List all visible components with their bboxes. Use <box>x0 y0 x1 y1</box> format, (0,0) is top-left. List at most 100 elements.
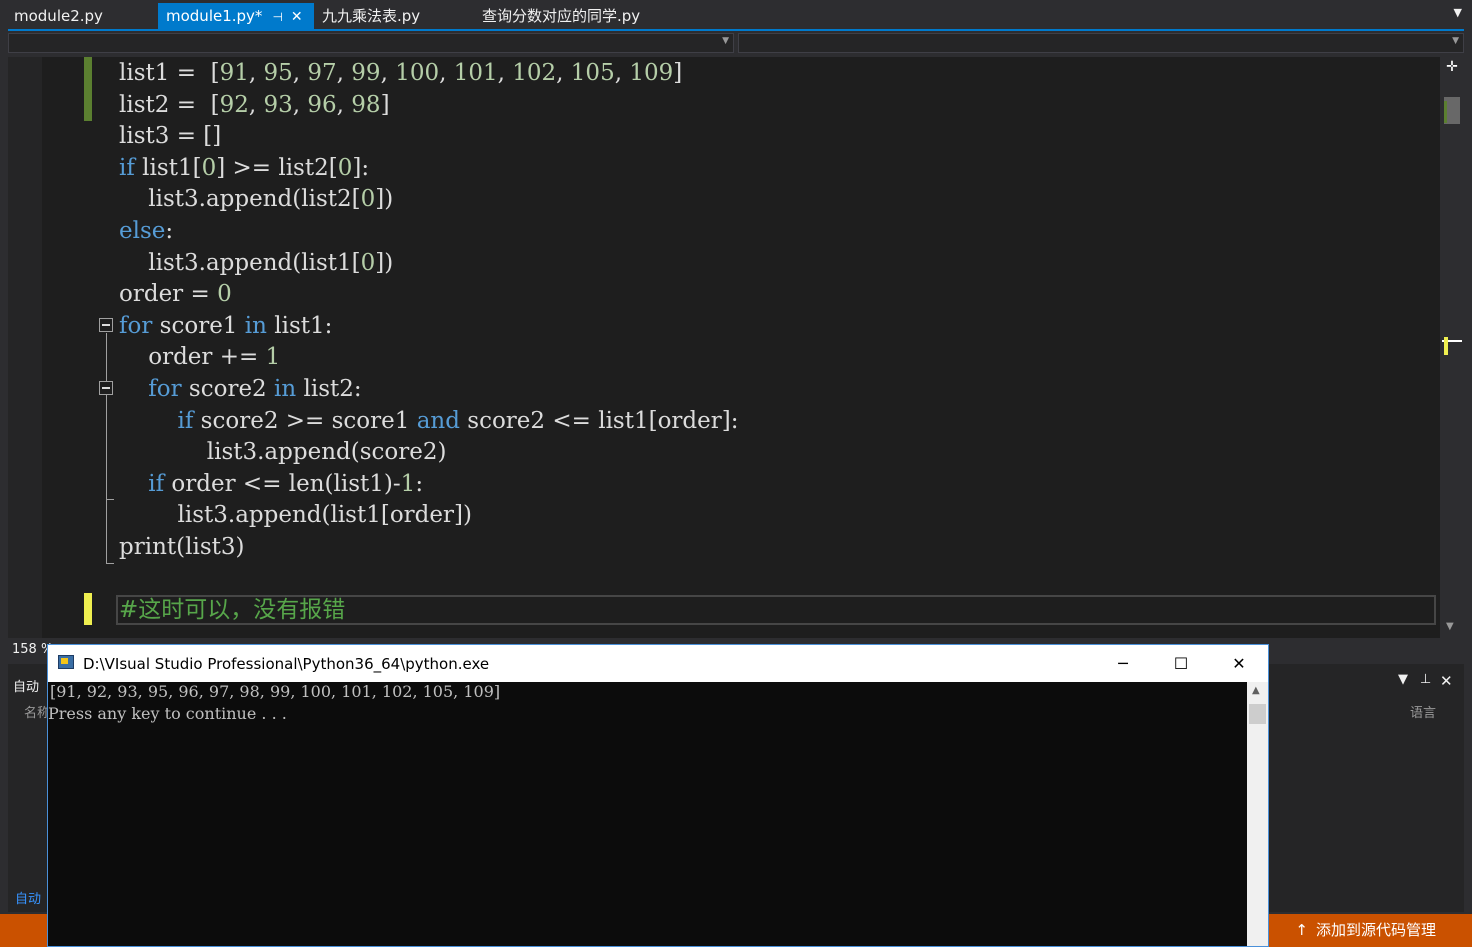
code-line[interactable]: list1 = [91, 95, 97, 99, 100, 101, 102, … <box>119 57 682 89</box>
pin-icon[interactable]: ⊣ <box>272 10 282 24</box>
tab-label: 九九乘法表.py <box>322 7 421 25</box>
code-token: if <box>177 407 194 434</box>
code-line[interactable]: for score1 in list1: <box>119 310 332 342</box>
console-window[interactable]: D:\VIsual Studio Professional\Python36_6… <box>47 644 1269 947</box>
code-token: 0 <box>217 281 232 308</box>
code-token: 99 <box>351 60 381 86</box>
tab-multiplication-table[interactable]: 九九乘法表.py <box>314 3 474 29</box>
code-token: 105 <box>570 60 615 86</box>
panel-title: 自动 <box>13 680 40 695</box>
tab-dropdown-icon[interactable]: ▼ <box>1454 6 1462 19</box>
column-language: 语言 <box>1410 706 1437 721</box>
console-scrollbar[interactable]: ▲ <box>1247 682 1268 946</box>
tab-query-score[interactable]: 查询分数对应的同学.py <box>474 3 684 29</box>
member-selector[interactable]: ▼ <box>738 33 1464 53</box>
code-token: list1: <box>266 312 333 339</box>
scroll-down-icon[interactable]: ▼ <box>1446 621 1454 632</box>
minimize-button[interactable]: ─ <box>1094 645 1152 682</box>
code-token: 101 <box>453 60 498 86</box>
tab-module1[interactable]: module1.py* ⊣ ✕ <box>158 3 314 29</box>
code-token: if <box>148 470 165 497</box>
code-token: score2 <box>181 376 275 402</box>
split-icon[interactable]: ✛ <box>1444 59 1460 75</box>
code-token: , <box>380 60 396 86</box>
code-line[interactable]: for score2 in list2: <box>119 373 361 405</box>
code-line[interactable]: order = 0 <box>119 278 232 310</box>
code-token: , <box>336 60 352 86</box>
code-token: and <box>416 407 460 434</box>
console-output: [91, 92, 93, 95, 96, 97, 98, 99, 100, 10… <box>48 682 1247 946</box>
chevron-down-icon: ▼ <box>1452 36 1459 46</box>
tab-label: module2.py <box>14 7 103 25</box>
code-token: , <box>614 60 630 86</box>
code-token: order = <box>119 281 218 308</box>
code-token: ] >= list2[ <box>216 154 338 181</box>
add-to-source-control[interactable]: ↑ 添加到源代码管理 <box>1295 919 1436 940</box>
close-icon[interactable]: ✕ <box>1440 672 1453 690</box>
code-token: #这时可以，没有报错 <box>119 597 346 624</box>
collapse-icon[interactable] <box>99 318 113 332</box>
code-line[interactable]: list3 = [] <box>119 120 221 152</box>
code-token: ]) <box>375 249 394 276</box>
code-token: score2 <= list1[order]: <box>459 407 739 434</box>
code-token: , <box>556 60 571 86</box>
code-token: for <box>148 376 182 402</box>
console-line: [91, 92, 93, 95, 96, 97, 98, 99, 100, 10… <box>50 682 501 701</box>
code-line[interactable]: print(list3) <box>119 531 244 563</box>
close-button[interactable]: ✕ <box>1210 645 1268 682</box>
unsaved-marker <box>1444 337 1448 355</box>
code-line[interactable]: list2 = [92, 93, 96, 98] <box>119 89 390 121</box>
tab-module2[interactable]: module2.py <box>6 3 156 29</box>
code-line[interactable]: if score2 >= score1 and score2 <= list1[… <box>119 405 739 437</box>
code-line[interactable]: list3.append(list2[0]) <box>119 183 393 215</box>
code-line[interactable]: list3.append(list1[0]) <box>119 247 393 279</box>
code-line[interactable]: if list1[0] >= list2[0]: <box>119 152 369 184</box>
code-token: in <box>244 312 267 339</box>
code-token: 1 <box>400 470 416 497</box>
document-tab-bar: module2.py module1.py* ⊣ ✕ 九九乘法表.py 查询分数对应… <box>0 0 1472 30</box>
panel-dropdown-icon[interactable]: ▼ <box>1398 672 1408 687</box>
code-token: list3.append(list1[order]) <box>119 502 472 529</box>
code-token: , <box>497 60 513 86</box>
code-token: , <box>248 60 264 86</box>
code-line[interactable]: list3.append(score2) <box>119 436 447 468</box>
type-selector[interactable]: ▼ <box>8 33 734 53</box>
collapse-icon[interactable] <box>99 381 113 395</box>
code-token: , <box>439 60 454 86</box>
code-token: 0 <box>360 186 376 213</box>
maximize-button[interactable]: ☐ <box>1152 645 1210 682</box>
editor-vertical-scrollbar[interactable]: ✛ ▼ <box>1440 57 1464 638</box>
scroll-up-icon[interactable]: ▲ <box>1252 685 1260 696</box>
code-line[interactable]: if order <= len(list1)-1: <box>119 468 423 500</box>
navigation-bar: ▼ ▼ <box>8 31 1464 55</box>
code-line[interactable]: order += 1 <box>119 341 280 373</box>
unsaved-change-marker <box>84 593 92 625</box>
code-editor[interactable]: list1 = [91, 95, 97, 99, 100, 101, 102, … <box>8 57 1440 638</box>
code-line[interactable]: list3.append(list1[order]) <box>119 499 472 531</box>
console-titlebar[interactable]: D:\VIsual Studio Professional\Python36_6… <box>48 645 1268 682</box>
code-token: 109 <box>629 60 674 86</box>
arrow-up-icon: ↑ <box>1295 921 1308 939</box>
code-token: 91 <box>219 60 249 86</box>
tab-label: 查询分数对应的同学.py <box>482 7 641 25</box>
code-token: list3.append(list1[ <box>119 249 361 276</box>
code-token: 95 <box>263 60 293 86</box>
code-token: 100 <box>395 60 440 86</box>
panel-footer-tab[interactable]: 自动 <box>15 888 41 907</box>
code-token: ]: <box>352 154 370 181</box>
scroll-thumb[interactable] <box>1249 704 1266 724</box>
code-token: ] <box>380 91 390 118</box>
code-token: 93 <box>263 91 293 118</box>
pin-icon[interactable]: ⊥ <box>1420 672 1431 687</box>
close-icon[interactable]: ✕ <box>291 9 303 25</box>
code-token: print(list3) <box>119 534 245 560</box>
code-token: 97 <box>307 60 337 86</box>
code-line[interactable]: #这时可以，没有报错 <box>119 594 345 626</box>
code-line[interactable]: else: <box>119 215 173 247</box>
code-token: : <box>165 218 174 244</box>
code-token: score1 <box>152 312 245 339</box>
outline-guide <box>106 333 107 563</box>
